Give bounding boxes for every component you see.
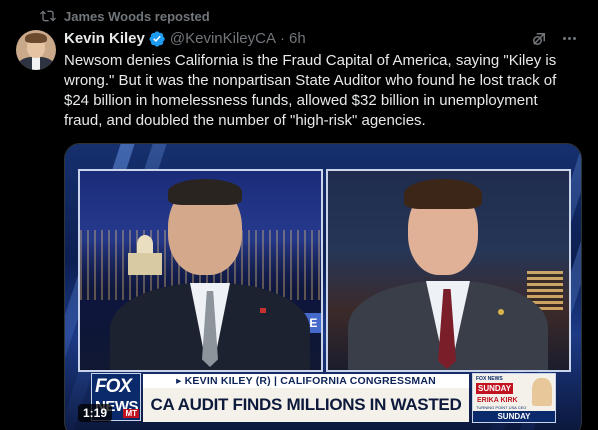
video-duration: 1:19 <box>78 404 112 422</box>
timestamp[interactable]: 6h <box>289 29 306 49</box>
guest-right <box>348 179 548 370</box>
tweet[interactable]: James Woods reposted Kevin Kiley @KevinK… <box>0 0 598 430</box>
tweet-header: Kevin Kiley @KevinKileyCA · 6h <box>64 29 582 49</box>
guest-left <box>110 179 310 370</box>
left-video-panel: GLE <box>78 169 323 372</box>
separator-dot: · <box>279 30 285 47</box>
author-handle[interactable]: @KevinKileyCA <box>170 29 276 49</box>
show-promo: FOX NEWS SUNDAY ERIKA KIRK TURNING POINT… <box>472 373 556 423</box>
right-video-panel <box>326 169 571 372</box>
video-player[interactable]: GLE FOX NEWS MT <box>64 143 582 430</box>
repost-icon <box>40 10 56 22</box>
author-name[interactable]: Kevin Kiley <box>64 29 145 49</box>
grok-icon[interactable] <box>530 30 548 48</box>
repost-indicator[interactable]: James Woods reposted <box>40 8 210 24</box>
tweet-text: Newsom denies California is the Fraud Ca… <box>64 52 557 129</box>
verified-badge-icon[interactable] <box>148 30 166 48</box>
chyron-headline: CA AUDIT FINDS MILLIONS IN WASTED TAXPAY… <box>143 388 469 430</box>
chyron-name: ▸ KEVIN KILEY (R) | CALIFORNIA CONGRESSM… <box>143 374 469 388</box>
more-options-icon[interactable] <box>563 37 576 40</box>
avatar[interactable] <box>16 30 56 70</box>
repost-text: James Woods reposted <box>64 8 210 24</box>
